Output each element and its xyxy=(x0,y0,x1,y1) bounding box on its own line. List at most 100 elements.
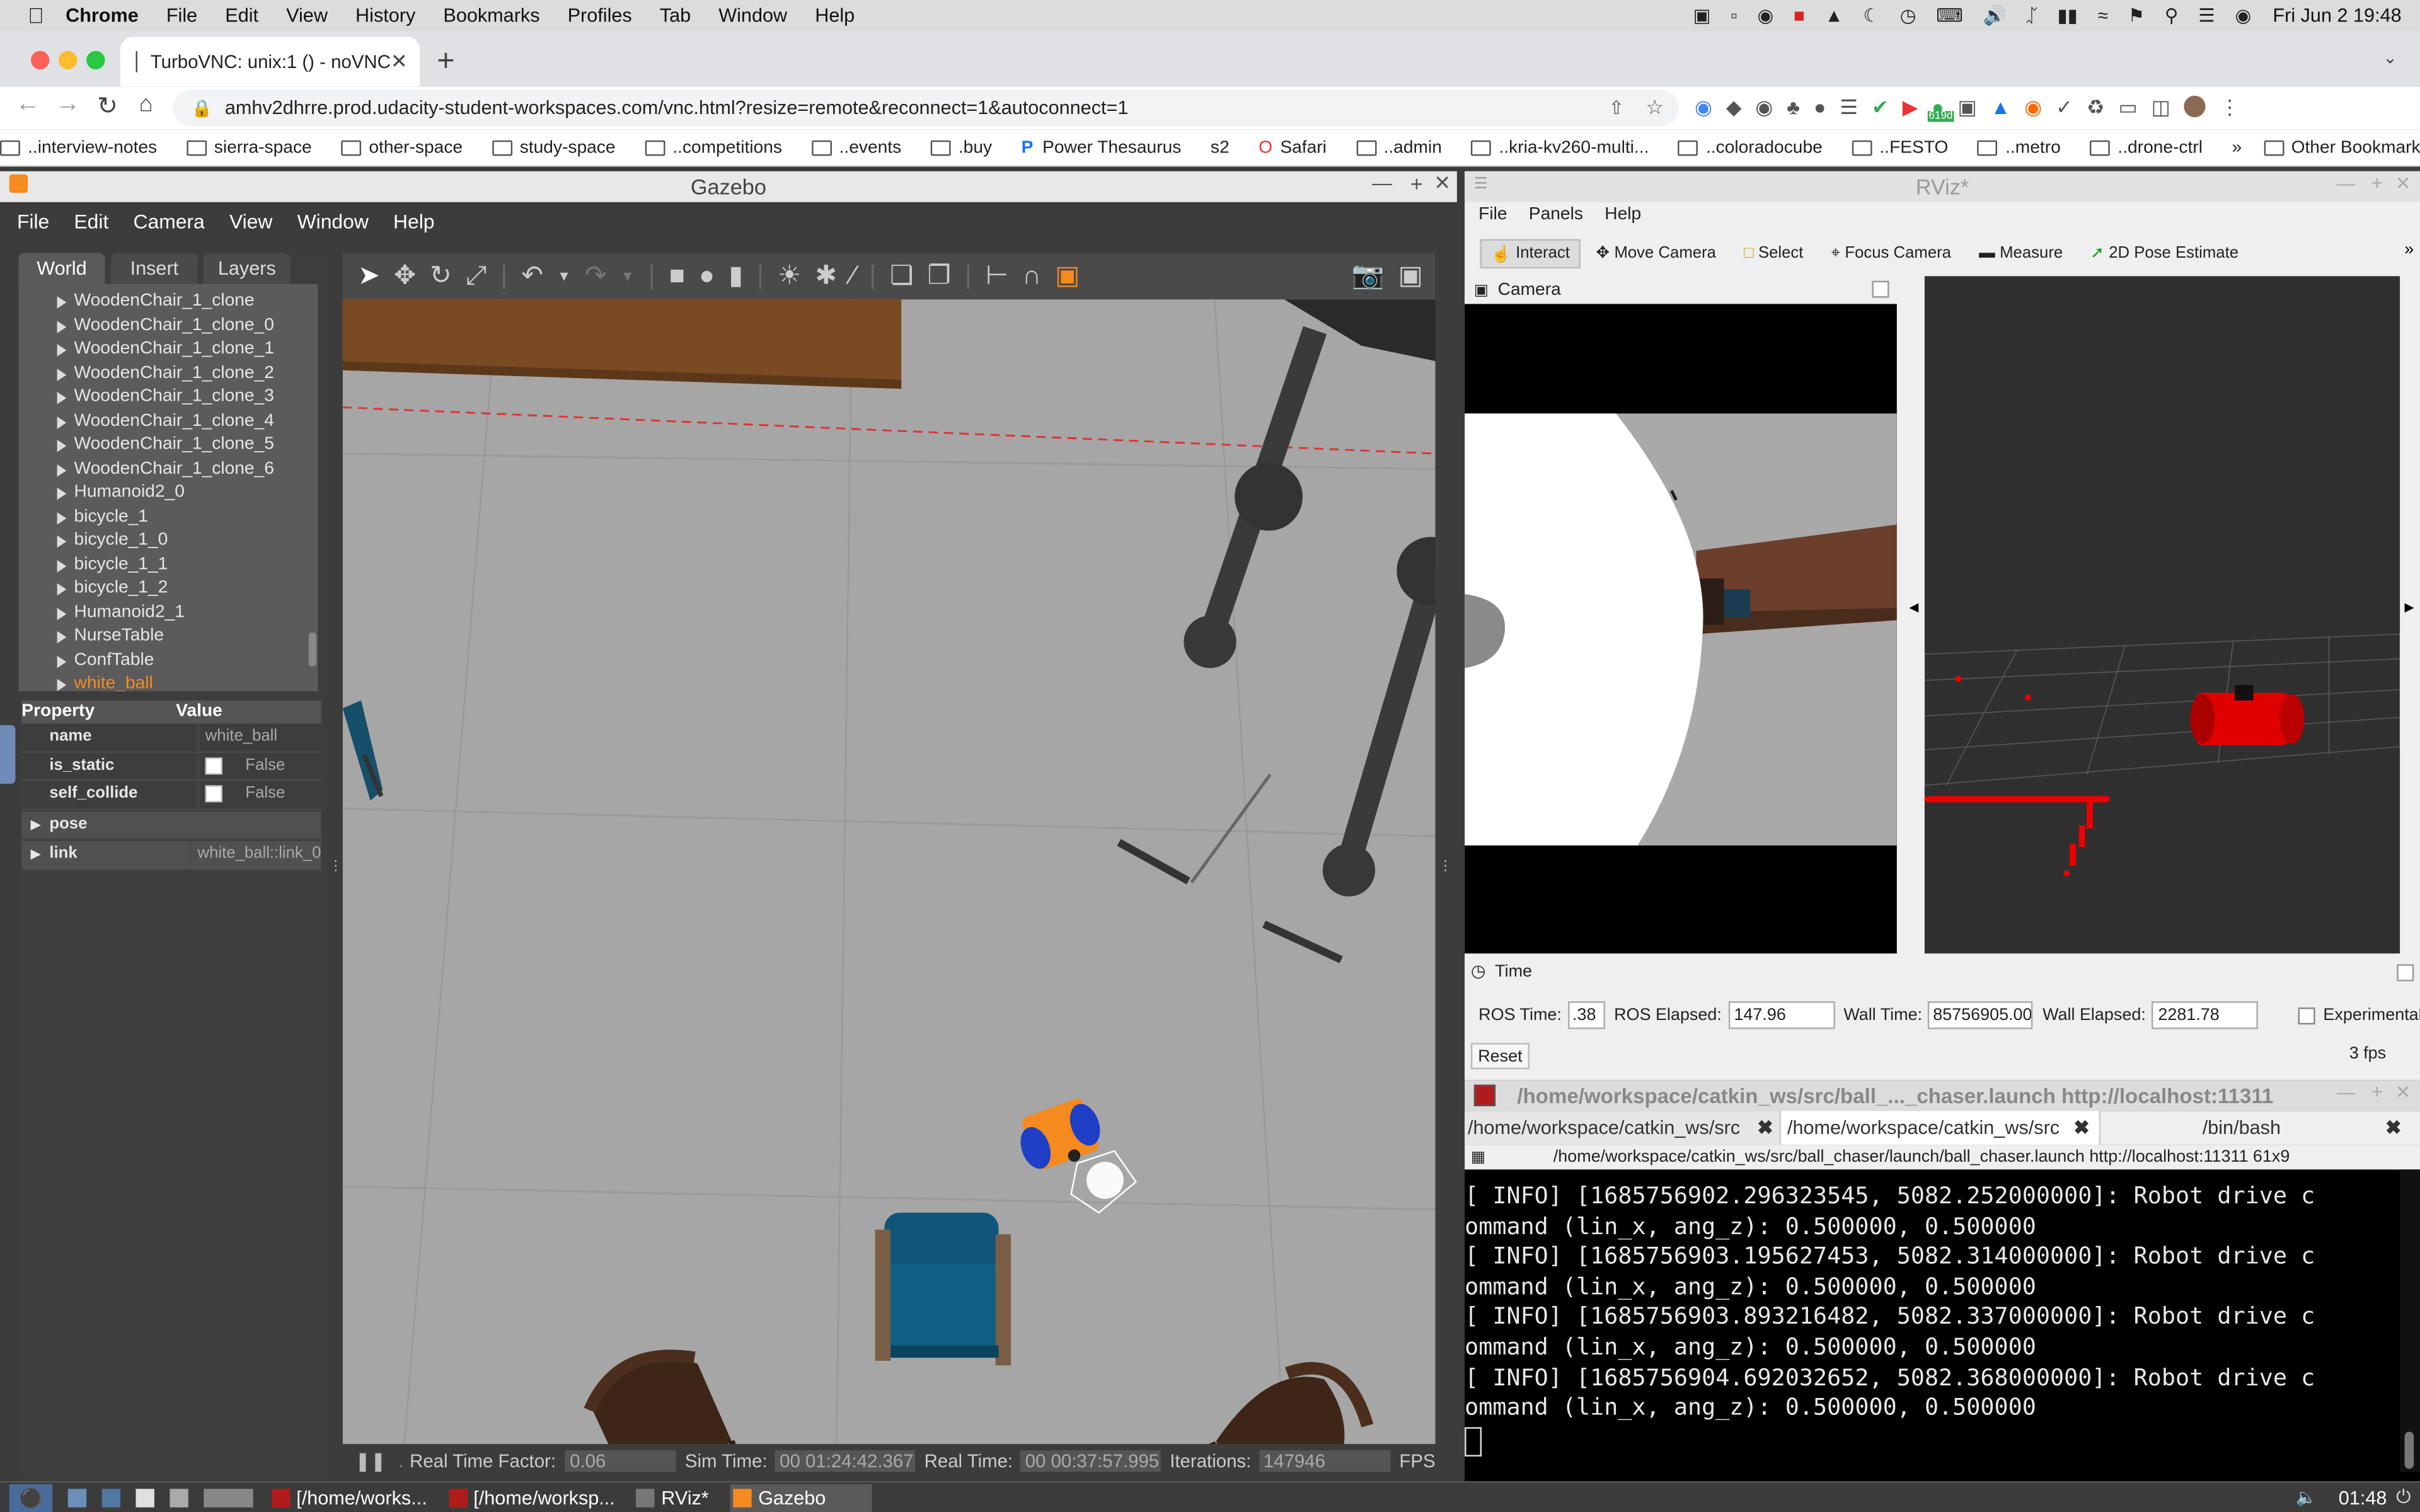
reload-icon[interactable]: ↻ xyxy=(97,91,118,122)
wd-icon[interactable]: ▫ xyxy=(1731,4,1737,26)
paste-icon[interactable]: ❐ xyxy=(928,261,951,292)
terminal-scrollbar[interactable] xyxy=(2400,1169,2420,1472)
experimental-checkbox[interactable] xyxy=(2298,1006,2316,1024)
rviz-menu-file[interactable]: File xyxy=(1478,205,1507,224)
pause-icon[interactable]: ❚❚ xyxy=(355,1450,386,1472)
tab-world[interactable]: World xyxy=(18,253,105,284)
extension-13-icon[interactable]: ✓ xyxy=(2056,96,2073,120)
mac-menu-edit[interactable]: Edit xyxy=(225,4,258,26)
settings-launcher-icon[interactable] xyxy=(170,1488,188,1507)
dropbox-icon[interactable]: ▣ xyxy=(1693,4,1711,26)
cylinder-shape-icon[interactable]: ▮ xyxy=(729,261,743,292)
task-terminal-2[interactable]: [/home/worksp... xyxy=(449,1487,615,1508)
bookmark-folder[interactable]: sierra-space xyxy=(186,138,312,157)
apple-icon[interactable]:  xyxy=(28,3,44,28)
close-tab-icon[interactable]: ✖ xyxy=(2073,1111,2090,1145)
tool-focus-camera[interactable]: ⌖ Focus Camera xyxy=(1831,243,1951,263)
extension-10-icon[interactable]: ▣ xyxy=(1958,96,1977,120)
rviz-maximize-icon[interactable]: + xyxy=(2371,171,2383,195)
bookmark-folder[interactable]: ..coloradocube xyxy=(1678,138,1823,157)
rviz-menu-panels[interactable]: Panels xyxy=(1529,205,1583,224)
power-icon[interactable]: ⏻ xyxy=(2396,1486,2411,1509)
extension-1-icon[interactable]: ◉ xyxy=(1695,96,1712,120)
record-log-icon[interactable]: ▣ xyxy=(1398,261,1423,292)
time-panel-float-button[interactable] xyxy=(2397,964,2414,982)
gz-menu-file[interactable]: File xyxy=(17,210,49,233)
bookmark-folder[interactable]: ..interview-notes xyxy=(0,138,157,157)
tree-item[interactable]: WoodenChair_1_clone_0 xyxy=(18,314,318,338)
extension-3-icon[interactable]: ◉ xyxy=(1755,96,1773,120)
close-window-button[interactable] xyxy=(30,50,50,70)
gz-menu-window[interactable]: Window xyxy=(297,210,369,233)
tool-measure[interactable]: ▬ Measure xyxy=(1979,244,2063,262)
start-menu-icon[interactable]: ⚫ xyxy=(9,1483,53,1511)
tree-item[interactable]: Humanoid2_1 xyxy=(18,601,318,625)
browser-launcher-icon[interactable] xyxy=(101,1488,121,1507)
directional-light-icon[interactable]: ⁄ xyxy=(851,261,855,292)
terminal-tab[interactable]: /home/workspace/catkin_ws/src ✖ xyxy=(1465,1111,1782,1145)
flag-icon[interactable]: ⚑ xyxy=(2128,4,2145,26)
gazebo-minimize-icon[interactable]: — xyxy=(1372,171,1392,195)
prop-group-pose[interactable]: ▶ pose xyxy=(21,810,321,840)
tree-item[interactable]: WoodenChair_1_clone_2 xyxy=(18,362,318,386)
task-rviz[interactable]: RViz* xyxy=(637,1487,709,1508)
task-gazebo[interactable]: Gazebo xyxy=(730,1483,872,1511)
bookmark-folder[interactable]: .buy xyxy=(930,138,992,157)
bookmarks-overflow[interactable]: » xyxy=(2232,138,2242,156)
extension-9-icon[interactable]: ● 619d xyxy=(1927,96,1954,122)
expand-right-icon[interactable]: ▶ xyxy=(2405,600,2414,614)
tree-item[interactable]: bicycle_1_2 xyxy=(18,577,318,601)
url-text[interactable]: amhv2dhrre.prod.udacity-student-workspac… xyxy=(225,97,1129,118)
terminal-tab[interactable]: /bin/bash ✖ xyxy=(2100,1111,2420,1145)
terminal-output[interactable]: [ INFO] [1685756902.296323545, 5082.2520… xyxy=(1465,1169,2400,1472)
bookmark-folder[interactable]: ..kria-kv260-multi... xyxy=(1471,138,1649,157)
clock-icon[interactable]: ◷ xyxy=(1900,4,1916,26)
bookmark-star-icon[interactable]: ☆ xyxy=(1645,96,1664,120)
chrome-menu-icon[interactable]: ⋮ xyxy=(2220,96,2240,120)
extension-8-icon[interactable]: ▶ xyxy=(1903,96,1918,120)
align-icon[interactable]: ⊢ xyxy=(986,261,1008,292)
gz-menu-edit[interactable]: Edit xyxy=(74,210,108,233)
gz-menu-view[interactable]: View xyxy=(229,210,272,233)
bookmark-folder[interactable]: ..events xyxy=(811,138,901,157)
mac-menu-window[interactable]: Window xyxy=(718,4,787,26)
back-icon[interactable]: ← xyxy=(15,91,40,118)
terminal-minimize-icon[interactable]: — xyxy=(2337,1082,2355,1103)
is-static-checkbox[interactable] xyxy=(205,757,222,774)
bookmark-folder[interactable]: study-space xyxy=(492,138,616,157)
address-bar[interactable]: 🔒 amhv2dhrre.prod.udacity-student-worksp… xyxy=(173,89,1680,127)
mac-menu-profiles[interactable]: Profiles xyxy=(568,4,632,26)
tree-item[interactable]: WoodenChair_1_clone_5 xyxy=(18,433,318,457)
triangle-icon[interactable]: ▲ xyxy=(1825,4,1843,26)
tree-item[interactable]: ConfTable xyxy=(18,649,318,673)
prop-row-is-static[interactable]: is_static False xyxy=(21,752,321,781)
bluetooth-icon[interactable]: ᛢ xyxy=(2026,4,2037,26)
panel-splitter[interactable]: ◀ xyxy=(1898,276,1923,954)
mac-menu-view[interactable]: View xyxy=(286,4,328,26)
spot-light-icon[interactable]: ✱ xyxy=(815,261,837,292)
bookmark-link[interactable]: O Safari xyxy=(1259,138,1327,156)
mac-menu-bookmarks[interactable]: Bookmarks xyxy=(443,4,539,26)
task-terminal-1[interactable]: [/home/works... xyxy=(272,1487,427,1508)
mac-clock[interactable]: Fri Jun 2 19:48 xyxy=(2273,4,2401,26)
view-angle-icon[interactable]: ▣ xyxy=(1055,261,1080,292)
file-manager-icon[interactable] xyxy=(67,1488,87,1507)
prop-row-self-collide[interactable]: self_collide False xyxy=(21,781,321,810)
mac-menu-file[interactable]: File xyxy=(166,4,197,26)
bookmark-link[interactable]: P Power Thesaurus xyxy=(1022,138,1182,156)
globe-icon[interactable]: ◉ xyxy=(1757,4,1773,26)
lock-icon[interactable]: 🔒 xyxy=(192,98,213,118)
rviz-3d-view[interactable] xyxy=(1924,276,2400,954)
left-dock-handle[interactable] xyxy=(0,725,16,784)
extension-11-icon[interactable]: ▲ xyxy=(1991,96,2011,120)
extension-4-icon[interactable]: ♣ xyxy=(1787,96,1800,120)
tree-item-selected[interactable]: white_ball xyxy=(18,673,318,691)
home-icon[interactable]: ⌂ xyxy=(139,91,153,117)
select-mode-icon[interactable]: ➤ xyxy=(358,261,380,292)
wall-time-field[interactable]: 85756905.00 xyxy=(1928,1001,2034,1029)
tree-item[interactable]: WoodenChair_1_clone_3 xyxy=(18,386,318,410)
splitter-handle-left[interactable]: ⋮ xyxy=(329,858,343,873)
tree-item[interactable]: bicycle_1 xyxy=(18,505,318,529)
new-tab-icon[interactable]: + xyxy=(437,45,455,80)
bookmark-link[interactable]: s2 xyxy=(1211,138,1230,156)
